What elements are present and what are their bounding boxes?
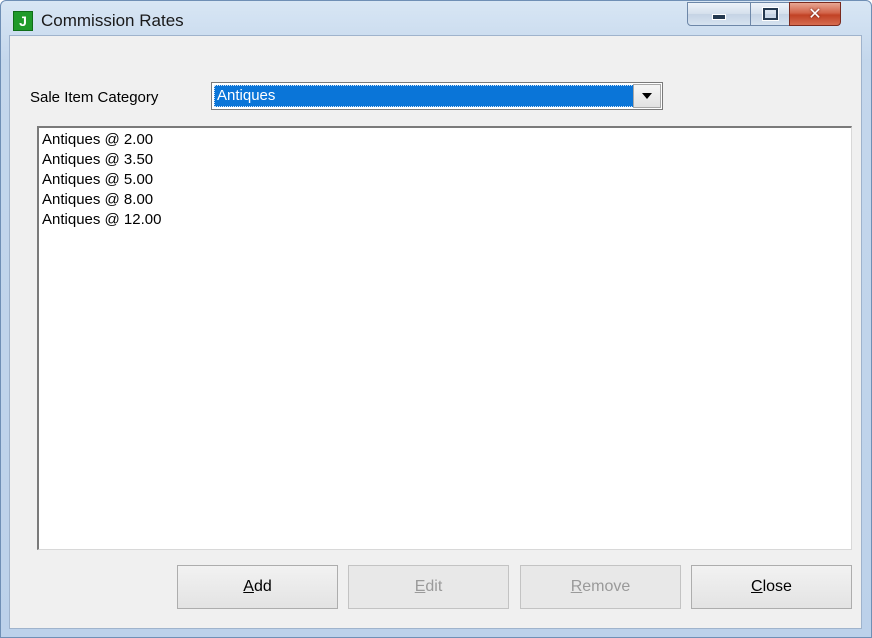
list-item[interactable]: Antiques @ 2.00 (42, 130, 153, 150)
edit-button[interactable]: Edit (348, 565, 509, 609)
dropdown-arrow-button[interactable] (633, 84, 661, 108)
list-item[interactable]: Antiques @ 12.00 (42, 210, 161, 230)
maximize-button[interactable] (750, 2, 790, 26)
title-bar[interactable]: J Commission Rates ✕ (1, 1, 871, 35)
list-item[interactable]: Antiques @ 8.00 (42, 190, 153, 210)
remove-button-label: emove (582, 578, 631, 595)
close-button-label: lose (762, 578, 792, 595)
edit-button-label: dit (425, 578, 443, 595)
list-item[interactable]: Antiques @ 3.50 (42, 150, 153, 170)
sale-item-category-label: Sale Item Category (30, 89, 159, 106)
close-button-mnemonic: C (751, 578, 763, 595)
app-icon: J (13, 11, 33, 31)
minimize-icon (712, 14, 726, 20)
maximize-icon (762, 8, 778, 20)
add-button-mnemonic: A (243, 578, 254, 595)
add-button-label: dd (253, 578, 272, 595)
chevron-down-icon (642, 93, 652, 99)
close-icon: ✕ (808, 6, 822, 23)
minimize-button[interactable] (687, 2, 751, 26)
remove-button[interactable]: Remove (520, 565, 681, 609)
close-button[interactable]: Close (691, 565, 852, 609)
sale-item-category-selected[interactable]: Antiques (214, 85, 634, 107)
commission-rates-list[interactable]: Antiques @ 2.00 Antiques @ 3.50 Antiques… (37, 126, 852, 550)
list-item[interactable]: Antiques @ 5.00 (42, 170, 153, 190)
remove-button-mnemonic: R (570, 578, 583, 595)
close-window-button[interactable]: ✕ (789, 2, 841, 26)
window-title: Commission Rates (41, 11, 184, 30)
add-button[interactable]: Add (177, 565, 338, 609)
edit-button-mnemonic: E (414, 578, 426, 595)
sale-item-category-dropdown[interactable]: Antiques (211, 82, 663, 110)
